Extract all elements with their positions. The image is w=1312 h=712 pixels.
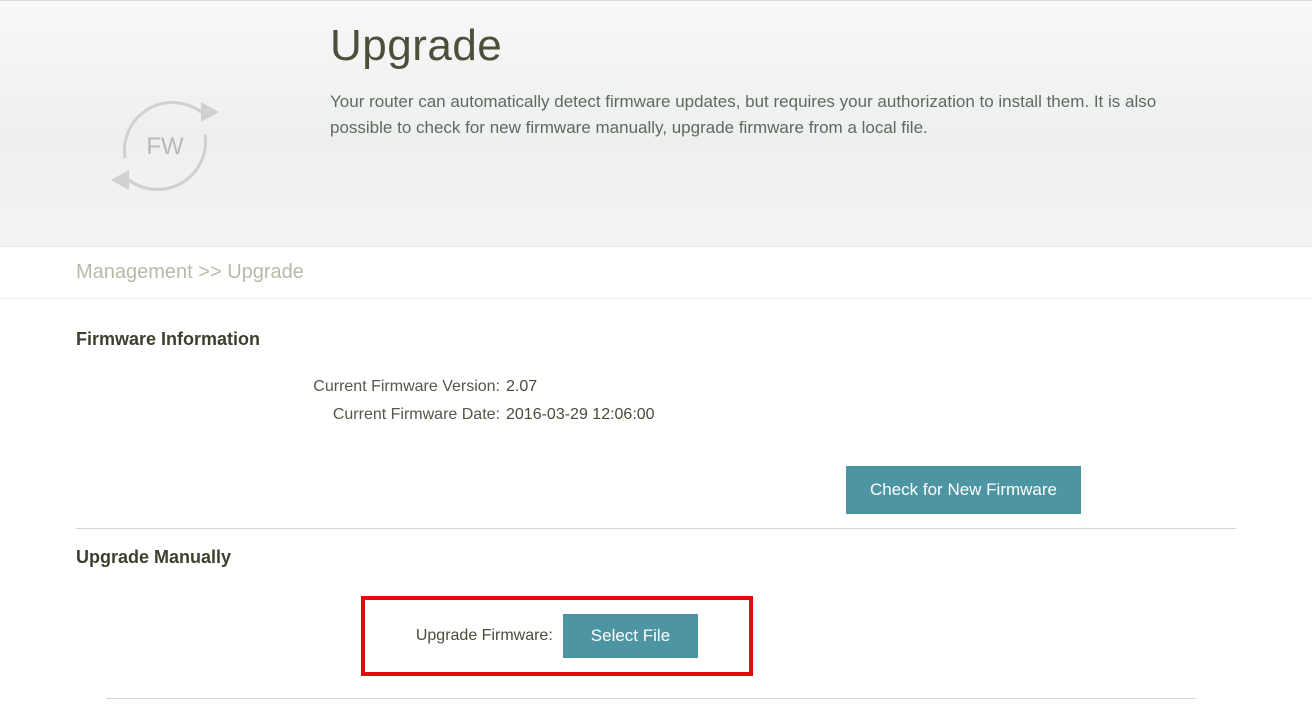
firmware-date-label: Current Firmware Date:	[76, 406, 506, 424]
upgrade-manually-section: Upgrade Manually Upgrade Firmware: Selec…	[76, 547, 1236, 699]
check-for-new-firmware-button[interactable]: Check for New Firmware	[846, 466, 1081, 514]
page-header: FW Upgrade Your router can automatically…	[0, 0, 1312, 247]
firmware-date-row: Current Firmware Date: 2016-03-29 12:06:…	[76, 406, 1236, 424]
page-title: Upgrade	[330, 21, 1222, 71]
section-title-firmware-info: Firmware Information	[76, 329, 1236, 350]
firmware-version-row: Current Firmware Version: 2.07	[76, 378, 1236, 396]
firmware-date-value: 2016-03-29 12:06:00	[506, 406, 655, 424]
page-description: Your router can automatically detect fir…	[330, 89, 1222, 140]
firmware-information-section: Firmware Information Current Firmware Ve…	[76, 329, 1236, 529]
section-divider	[106, 698, 1196, 699]
select-file-button[interactable]: Select File	[563, 614, 698, 658]
firmware-version-label: Current Firmware Version:	[76, 378, 506, 396]
breadcrumb: Management >> Upgrade	[0, 247, 1312, 299]
section-divider	[76, 528, 1236, 529]
section-title-upgrade-manually: Upgrade Manually	[76, 547, 1236, 568]
firmware-icon: FW	[0, 21, 330, 216]
upgrade-firmware-label: Upgrade Firmware:	[416, 627, 553, 645]
breadcrumb-text: Management >> Upgrade	[76, 261, 304, 283]
firmware-icon-text: FW	[146, 133, 184, 160]
firmware-version-value: 2.07	[506, 378, 537, 396]
